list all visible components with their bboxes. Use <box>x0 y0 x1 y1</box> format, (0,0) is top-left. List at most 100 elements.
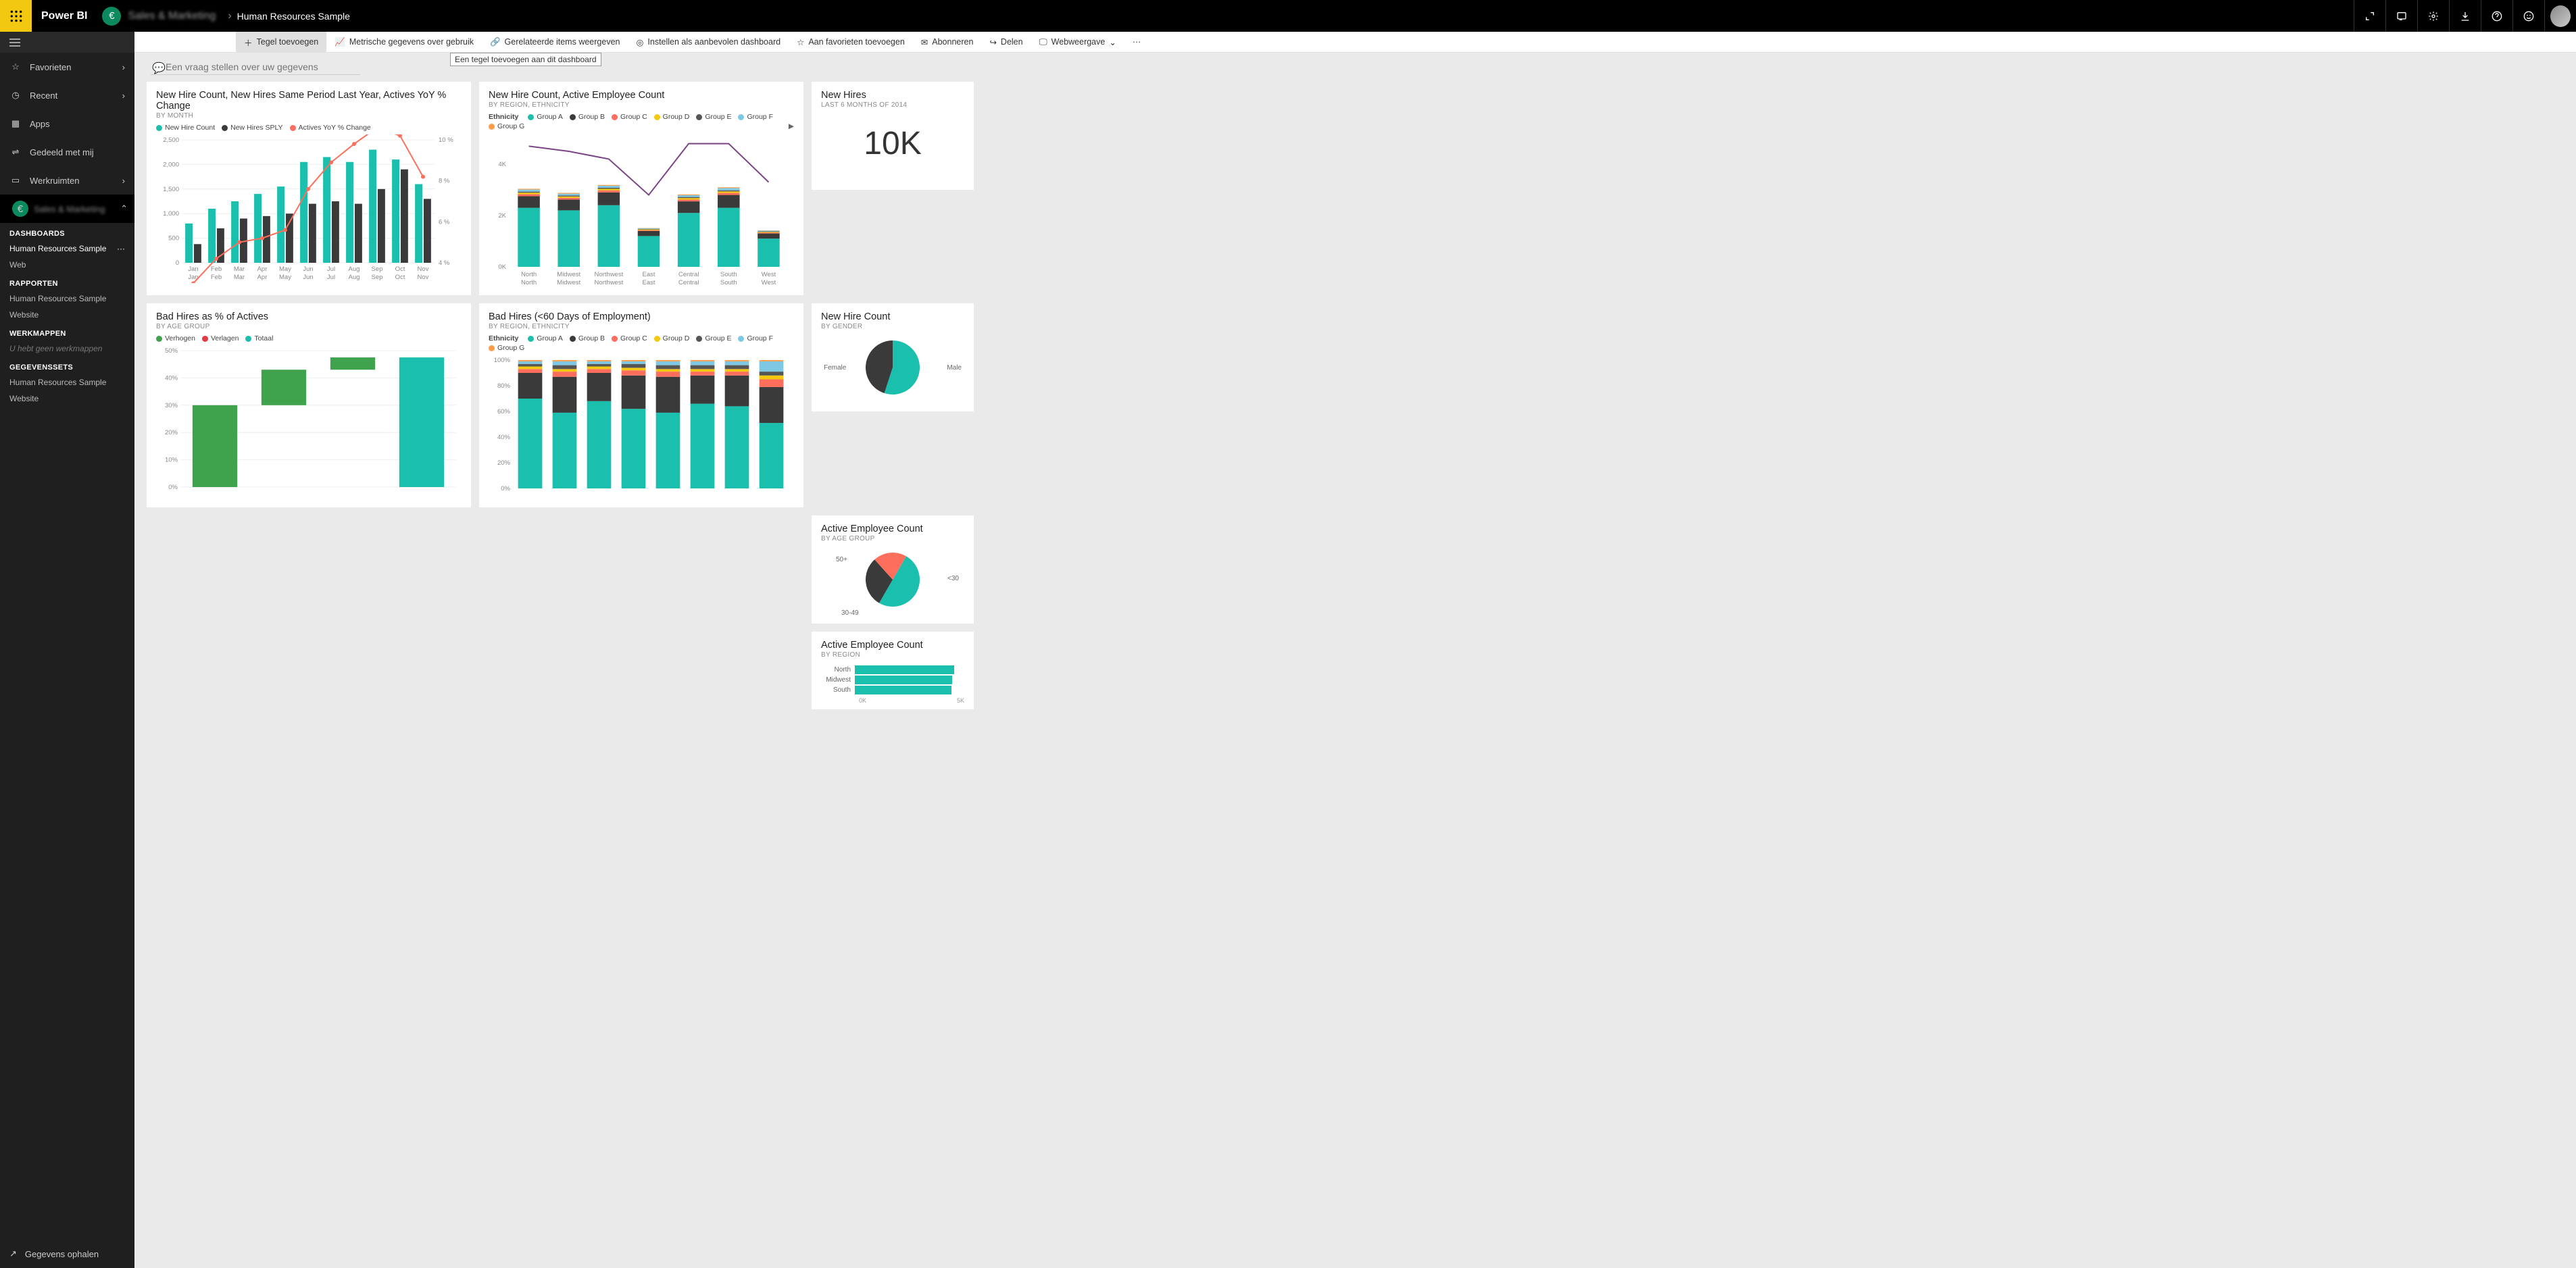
svg-text:Jun: Jun <box>303 274 313 281</box>
tile-subtitle: BY GENDER <box>821 323 964 330</box>
cmd-label: Metrische gegevens over gebruik <box>349 37 474 47</box>
qna-input[interactable] <box>151 59 360 75</box>
cmd-gerelateerde-items-weergeven[interactable]: 🔗 Gerelateerde items weergeven <box>482 32 628 53</box>
tile-subtitle: BY REGION, ETHNICITY <box>489 101 794 109</box>
svg-text:Jan: Jan <box>188 265 198 273</box>
tooltip: Een tegel toevoegen aan dit dashboard <box>450 53 601 66</box>
svg-text:May: May <box>279 274 291 281</box>
tile-kpi-new-hires[interactable]: New Hires LAST 6 MONTHS OF 2014 10K <box>812 82 974 190</box>
breadcrumb-chevron-icon: › <box>222 10 237 22</box>
pie-label-male: Male <box>947 364 962 372</box>
cmd-tegel-toevoegen[interactable]: ＋ Tegel toevoegen <box>236 32 326 53</box>
hbar-row: South <box>821 686 964 694</box>
svg-text:1,000: 1,000 <box>163 210 179 218</box>
sidebar-link[interactable]: Web <box>0 257 134 273</box>
download-icon[interactable] <box>2449 0 2481 32</box>
mail-icon: ✉ <box>921 37 928 47</box>
tile-title: Active Employee Count <box>821 640 964 651</box>
svg-text:40%: 40% <box>497 434 511 441</box>
app-launcher-button[interactable] <box>0 0 32 32</box>
clock-icon: ◷ <box>9 90 22 101</box>
tile-new-hire-gender[interactable]: New Hire Count BY GENDER Female Male <box>812 303 974 411</box>
apps-icon: ▦ <box>9 118 22 129</box>
svg-text:Feb: Feb <box>211 265 222 273</box>
get-data-label: Gegevens ophalen <box>25 1249 99 1259</box>
svg-text:4 %: 4 % <box>439 259 450 267</box>
workspace-icon: ▭ <box>9 175 22 186</box>
workspace-name-blurred[interactable]: Sales & Marketing <box>121 10 222 22</box>
sidebar-item-gedeeld-met-mij[interactable]: ⇌ Gedeeld met mij <box>0 138 134 166</box>
scroll-right-icon[interactable]: ▶ <box>789 122 794 130</box>
chevron-right-icon: › <box>122 91 125 101</box>
sidebar-item-apps[interactable]: ▦ Apps <box>0 109 134 138</box>
sidebar-link[interactable]: Human Resources Sample <box>0 374 134 390</box>
svg-text:20%: 20% <box>497 459 511 467</box>
fav-icon: ☆ <box>797 37 804 47</box>
tile-title: Bad Hires (<60 Days of Employment) <box>489 311 794 322</box>
sidebar-link[interactable]: Human Resources Sample··· <box>0 240 134 257</box>
svg-text:80%: 80% <box>497 382 511 390</box>
svg-text:20%: 20% <box>165 429 178 436</box>
tile-active-region[interactable]: Active Employee Count BY REGION NorthMid… <box>812 632 974 709</box>
cmd-instellen-als-aanbevolen-dashboard[interactable]: ◎ Instellen als aanbevolen dashboard <box>628 32 789 53</box>
feedback-icon[interactable] <box>2512 0 2544 32</box>
tile-new-hire-by-month[interactable]: New Hire Count, New Hires Same Period La… <box>147 82 471 295</box>
sidebar-item-label: Apps <box>30 119 50 129</box>
tile-bad-hires-region[interactable]: Bad Hires (<60 Days of Employment) BY RE… <box>479 303 803 507</box>
svg-text:Aug: Aug <box>349 274 360 281</box>
chevron-down-icon: ⌄ <box>1109 37 1116 47</box>
settings-icon[interactable] <box>2417 0 2449 32</box>
avatar[interactable] <box>2544 0 2576 32</box>
svg-text:North: North <box>521 279 537 286</box>
sidebar-item-favorieten[interactable]: ☆ Favorieten › <box>0 53 134 81</box>
svg-text:100%: 100% <box>494 357 511 364</box>
cmd-label: Instellen als aanbevolen dashboard <box>647 37 781 47</box>
legend: Verhogen Verlagen Totaal <box>156 334 462 343</box>
sidebar-item-werkruimten[interactable]: ▭ Werkruimten › <box>0 166 134 195</box>
section-dashboards: DASHBOARDS <box>0 223 134 240</box>
svg-text:50%: 50% <box>165 347 178 355</box>
cmd-aan-favorieten-toevoegen[interactable]: ☆ Aan favorieten toevoegen <box>789 32 913 53</box>
cmd-abonneren[interactable]: ✉ Abonneren <box>913 32 982 53</box>
cmd-webweergave[interactable]: 🖵 Webweergave ⌄ <box>1031 32 1124 53</box>
cmd-delen[interactable]: ↪ Delen <box>981 32 1031 53</box>
sidebar-item-recent[interactable]: ◷ Recent › <box>0 81 134 109</box>
tile-subtitle: BY MONTH <box>156 112 462 120</box>
fullscreen-icon[interactable] <box>2354 0 2385 32</box>
more-options-button[interactable]: ··· <box>1124 32 1149 53</box>
workspace-icon[interactable]: € <box>102 7 121 26</box>
tile-title: New Hire Count, New Hires Same Period La… <box>156 90 462 111</box>
svg-text:500: 500 <box>168 235 179 243</box>
svg-text:40%: 40% <box>165 374 178 382</box>
svg-text:West: West <box>762 279 776 286</box>
sidebar-link[interactable]: Website <box>0 390 134 407</box>
svg-text:0K: 0K <box>498 263 506 271</box>
breadcrumb-page: Human Resources Sample <box>237 11 350 22</box>
tile-new-hire-by-region[interactable]: New Hire Count, Active Employee Count BY… <box>479 82 803 295</box>
sidebar-workspace-current[interactable]: €Sales & Marketing ⌃ <box>0 195 134 223</box>
tile-subtitle: BY REGION, ETHNICITY <box>489 323 794 330</box>
tile-title: Bad Hires as % of Actives <box>156 311 462 322</box>
more-icon[interactable]: ··· <box>117 244 125 253</box>
sidebar-link[interactable]: Website <box>0 307 134 323</box>
tile-bad-hires-pct[interactable]: Bad Hires as % of Actives BY AGE GROUP V… <box>147 303 471 507</box>
star-icon: ☆ <box>9 61 22 72</box>
svg-text:Aug: Aug <box>349 265 360 273</box>
help-icon[interactable] <box>2481 0 2512 32</box>
svg-text:Nov: Nov <box>418 265 429 273</box>
svg-text:Central: Central <box>678 271 699 278</box>
svg-text:0: 0 <box>176 259 179 267</box>
notifications-icon[interactable] <box>2385 0 2417 32</box>
sidebar-toggle[interactable] <box>0 32 134 53</box>
get-data-button[interactable]: ↗ Gegevens ophalen <box>0 1240 134 1268</box>
cmd-label: Aan favorieten toevoegen <box>808 37 904 47</box>
featured-icon: ◎ <box>636 37 643 47</box>
chevron-right-icon: › <box>122 176 125 186</box>
tile-title: New Hire Count <box>821 311 964 322</box>
cmd-metrische-gegevens-over-gebruik[interactable]: 📈 Metrische gegevens over gebruik <box>326 32 482 53</box>
sidebar-link[interactable]: Human Resources Sample <box>0 290 134 307</box>
tile-active-age[interactable]: Active Employee Count BY AGE GROUP <30 3… <box>812 515 974 624</box>
tile-subtitle: BY REGION <box>821 651 964 659</box>
svg-text:Northwest: Northwest <box>594 271 623 278</box>
svg-text:6 %: 6 % <box>439 218 450 226</box>
